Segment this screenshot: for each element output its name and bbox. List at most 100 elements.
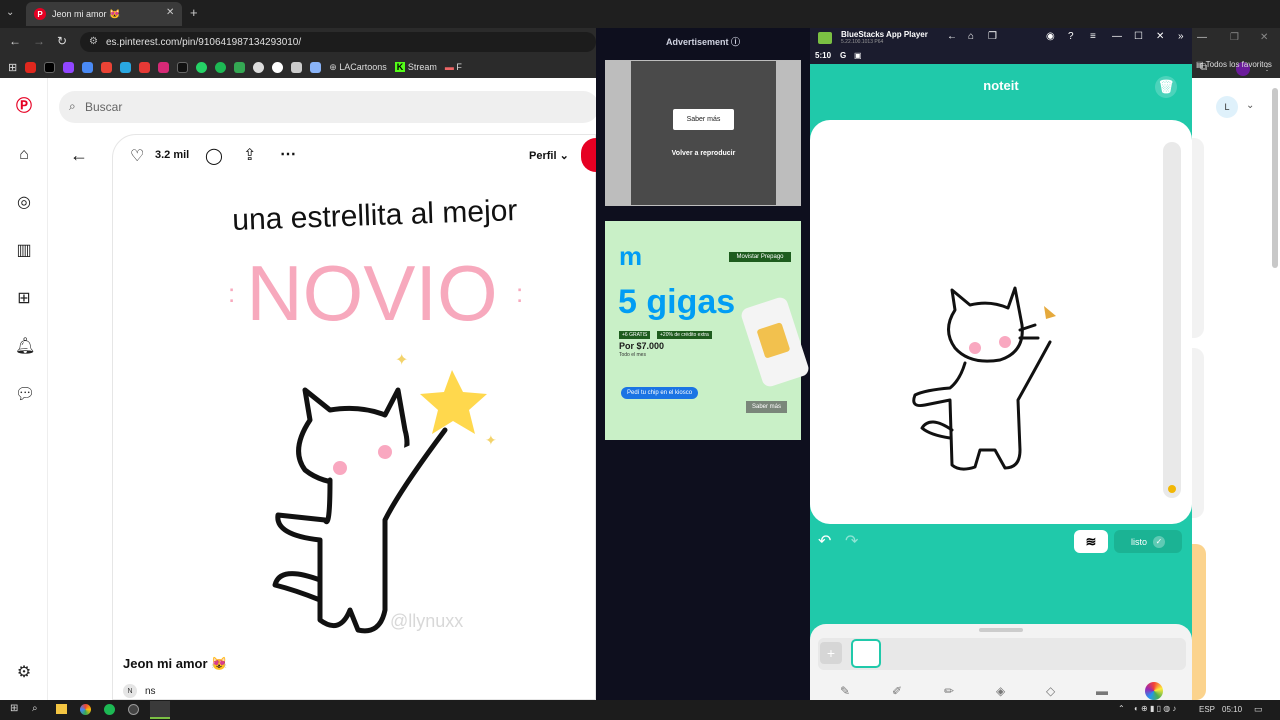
stroke-style-button[interactable]: ≋: [1074, 530, 1108, 553]
bs-menu-icon[interactable]: ≡: [1090, 31, 1096, 42]
bookmark-cloud-icon[interactable]: [120, 61, 132, 73]
language-indicator[interactable]: ESP: [1199, 705, 1215, 714]
bs-expand-icon[interactable]: »: [1178, 31, 1184, 42]
profile-select[interactable]: Perfil ⌄: [529, 149, 569, 162]
chrome-taskbar-icon[interactable]: [80, 704, 91, 715]
brush-tool-icon[interactable]: ✏: [944, 684, 954, 698]
bookmark-gmail-icon[interactable]: [101, 61, 113, 73]
tab-search-chevron-icon[interactable]: ⌄: [6, 7, 14, 18]
window-close-icon[interactable]: ✕: [1260, 32, 1268, 43]
bookmark-spotify-icon[interactable]: [215, 61, 227, 73]
tray-icons[interactable]: ◐ ⊕ ▮ ▯ ◍ ♪: [1134, 704, 1176, 713]
related-pin-thumb[interactable]: [1192, 544, 1206, 700]
bookmark-x-icon[interactable]: [44, 61, 56, 73]
ruler-tool-icon[interactable]: ▬: [1096, 684, 1108, 698]
add-layer-button[interactable]: +: [820, 642, 842, 664]
done-button[interactable]: listo ✓: [1114, 530, 1182, 553]
drag-handle[interactable]: [979, 628, 1023, 632]
site-info-icon[interactable]: ⚙: [89, 36, 98, 47]
undo-icon[interactable]: ↶: [818, 531, 831, 551]
window-restore-icon[interactable]: ❐: [1230, 32, 1239, 43]
page-scrollbar[interactable]: [1272, 88, 1278, 268]
forward-icon[interactable]: →: [33, 34, 45, 48]
back-icon[interactable]: ←: [9, 34, 21, 48]
pin-user[interactable]: N ns: [123, 684, 156, 698]
ad-banner-button[interactable]: Saber más: [746, 401, 788, 413]
related-pin-thumb[interactable]: [1192, 138, 1204, 338]
bookmark-blue-icon[interactable]: [310, 61, 322, 73]
bs-recents-icon[interactable]: ❐: [988, 31, 997, 42]
layer-thumbnail[interactable]: [851, 639, 881, 668]
bs-maximize-icon[interactable]: ☐: [1134, 31, 1143, 42]
bookmark-youtube-icon[interactable]: [25, 61, 37, 73]
ad-banner[interactable]: m Movistar Prepago 5 gigas +6 GRATIS +20…: [605, 221, 811, 440]
redo-icon[interactable]: ↷: [845, 531, 858, 551]
brush-size-handle[interactable]: [1168, 485, 1176, 493]
bookmark-globe-icon[interactable]: [253, 61, 265, 73]
url-field[interactable]: ⚙ es.pinterest.com/pin/91064198713429301…: [80, 32, 596, 52]
apps-grid-icon[interactable]: ⊞: [8, 61, 17, 74]
file-explorer-icon[interactable]: [56, 704, 67, 714]
bookmark-f[interactable]: ▬ F: [445, 62, 462, 72]
new-tab-icon[interactable]: +: [190, 5, 198, 20]
trash-icon[interactable]: 🗑︎: [1155, 76, 1177, 98]
ad-replay-link[interactable]: Volver a reproducir: [631, 150, 776, 157]
fill-tool-icon[interactable]: ◈: [996, 684, 1005, 698]
share-icon[interactable]: ⇪: [243, 145, 256, 165]
bookmark-drive-icon[interactable]: [82, 61, 94, 73]
eraser-tool-icon[interactable]: ◇: [1046, 684, 1055, 698]
settings-gear-icon[interactable]: ⚙: [15, 664, 33, 682]
tray-chevron-icon[interactable]: ⌃: [1118, 704, 1125, 713]
bookmark-gray-icon[interactable]: [291, 61, 303, 73]
color-picker-icon[interactable]: [1145, 682, 1163, 700]
back-arrow-icon[interactable]: ←: [70, 145, 88, 166]
bookmark-red-icon[interactable]: [139, 61, 151, 73]
marker-tool-icon[interactable]: ✐: [892, 684, 902, 698]
bs-help-icon[interactable]: ?: [1068, 31, 1074, 42]
bs-minimize-icon[interactable]: —: [1112, 31, 1122, 42]
reload-icon[interactable]: ↻: [57, 34, 67, 48]
bookmark-twitch-icon[interactable]: [63, 61, 75, 73]
bs-home-icon[interactable]: ⌂: [968, 31, 974, 42]
related-pin-thumb[interactable]: [1192, 348, 1204, 518]
system-clock[interactable]: 05:10: [1222, 705, 1242, 714]
pin-image[interactable]: una estrellita al mejor : NOVIO : ✦ ✦ @l…: [180, 190, 590, 645]
window-minimize-icon[interactable]: —: [1197, 32, 1207, 43]
create-icon[interactable]: ⊞: [15, 290, 33, 308]
messages-icon[interactable]: 💬︎: [15, 386, 35, 404]
home-icon[interactable]: ⌂: [15, 146, 33, 164]
bookmark-whatsapp-icon[interactable]: [196, 61, 208, 73]
notifications-bell-icon[interactable]: 🔔︎: [15, 338, 35, 356]
pinterest-logo-icon[interactable]: Ⓟ: [15, 98, 33, 116]
bookmark-stream[interactable]: K Stream: [394, 62, 437, 72]
bs-back-icon[interactable]: ←: [947, 31, 957, 42]
drawing-canvas[interactable]: [810, 120, 1192, 524]
bs-account-icon[interactable]: ◉: [1046, 31, 1055, 42]
bookmark-tiktok-icon[interactable]: [177, 61, 189, 73]
search-input[interactable]: ⌕ Buscar: [59, 91, 599, 123]
app-taskbar-icon[interactable]: [128, 704, 139, 715]
all-bookmarks[interactable]: ▤ Todos los favoritos: [1196, 60, 1272, 69]
close-tab-icon[interactable]: ✕: [166, 7, 174, 18]
account-chevron-icon[interactable]: ⌄: [1246, 100, 1254, 111]
search-taskbar-icon[interactable]: ⌕: [32, 703, 38, 714]
notifications-taskbar-icon[interactable]: ▭: [1254, 704, 1263, 715]
bookmark-green-icon[interactable]: [234, 61, 246, 73]
tab-pinterest[interactable]: P Jeon mi amor 😻: [26, 2, 182, 26]
brush-size-slider[interactable]: [1163, 142, 1181, 498]
bs-close-icon[interactable]: ✕: [1156, 31, 1164, 42]
explore-icon[interactable]: ◎: [15, 194, 33, 212]
ad-learn-more-button[interactable]: Saber más: [673, 109, 734, 130]
boards-icon[interactable]: ▥: [15, 242, 33, 260]
bluestacks-taskbar-icon[interactable]: [150, 701, 170, 719]
more-options-icon[interactable]: ⋯: [280, 144, 296, 164]
comment-icon[interactable]: ◯: [205, 146, 223, 166]
bookmark-instagram-icon[interactable]: [158, 61, 170, 73]
spotify-taskbar-icon[interactable]: [104, 704, 115, 715]
ad-cta[interactable]: Pedí tu chip en el kiosco: [621, 387, 699, 399]
user-avatar-right[interactable]: L: [1216, 96, 1238, 118]
start-icon[interactable]: ⊞: [10, 703, 18, 714]
bookmark-white-icon[interactable]: [272, 61, 284, 73]
bookmark-lacartoons[interactable]: ⊕ LACartoons: [329, 62, 387, 73]
pen-tool-icon[interactable]: ✎: [840, 684, 850, 698]
